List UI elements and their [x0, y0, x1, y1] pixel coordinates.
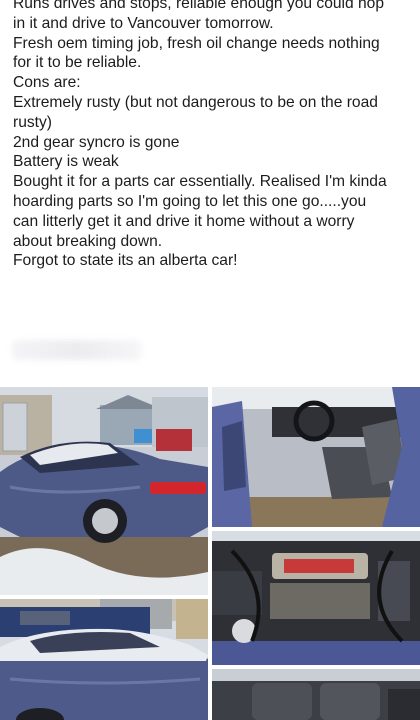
blurred-author-name	[12, 340, 142, 360]
photo-rear-seats[interactable]	[212, 669, 420, 720]
post-paragraph-3: Bought it for a parts car essentially. R…	[13, 173, 387, 250]
post-paragraph-4: Forgot to state its an alberta car!	[13, 252, 238, 270]
photo-engine-bay[interactable]	[212, 531, 420, 665]
photo-car-exterior[interactable]	[0, 387, 208, 595]
photo-gallery	[0, 387, 420, 720]
photo-car-side[interactable]	[0, 599, 208, 720]
post-body: Runs drives and stops, reliable enough y…	[13, 0, 413, 271]
post-paragraph-1: Runs drives and stops, reliable enough y…	[13, 0, 385, 72]
post-paragraph-2: Cons are: Extremely rusty (but not dange…	[13, 74, 378, 171]
photo-car-interior[interactable]	[212, 387, 420, 527]
